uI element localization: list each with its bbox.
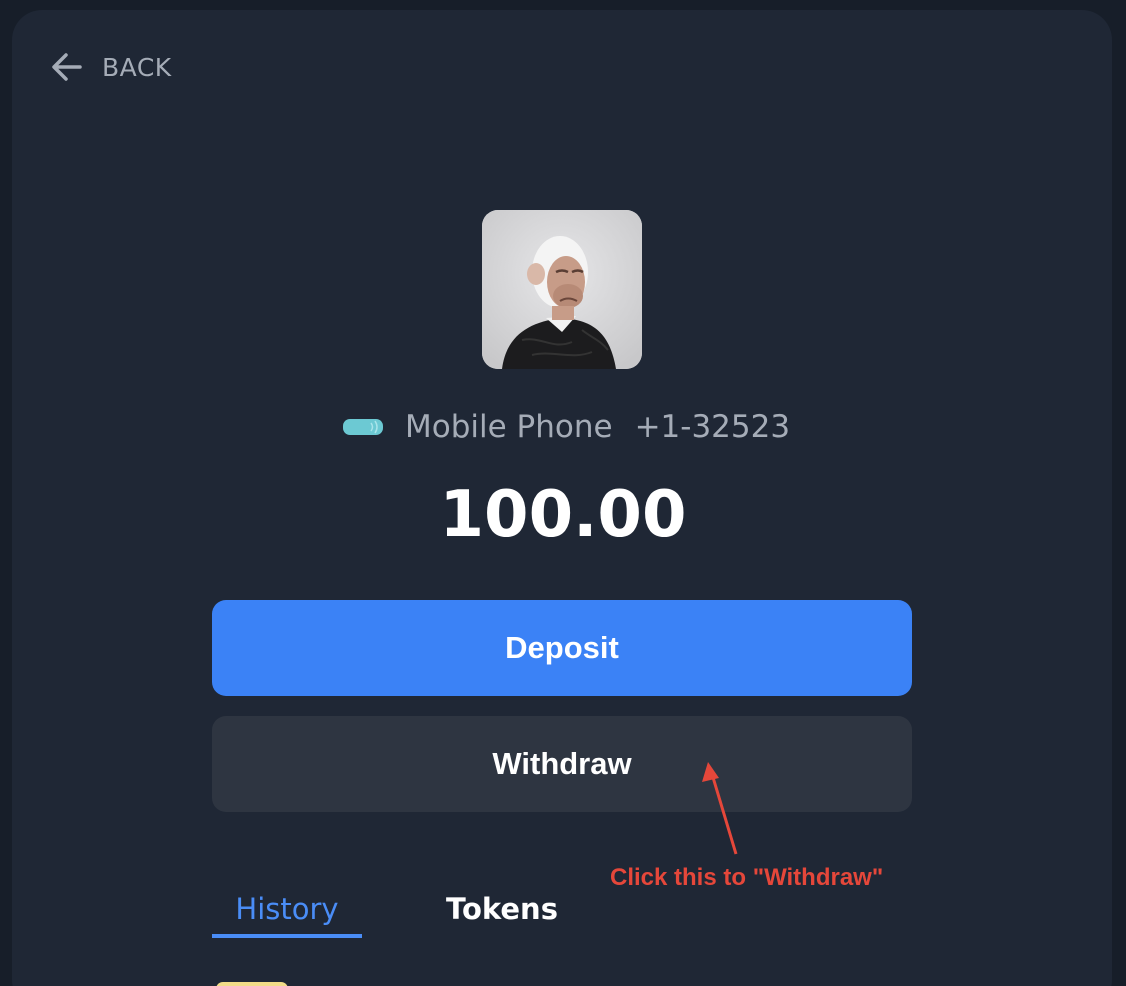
tab-tokens[interactable]: Tokens [442, 888, 562, 938]
history-item-badge [216, 982, 288, 986]
back-label: BACK [102, 52, 172, 82]
phone-number: +1-32523 [634, 409, 791, 445]
annotation-text: Click this to "Withdraw" [610, 864, 884, 891]
back-button[interactable]: BACK [50, 50, 172, 84]
mobile-phone-icon [343, 419, 383, 435]
withdraw-button[interactable]: Withdraw [212, 716, 912, 812]
payment-method-label: Mobile Phone [405, 409, 613, 445]
avatar [482, 210, 642, 369]
balance-amount: 100.00 [439, 478, 687, 552]
payment-method-row: Mobile Phone +1-32523 [343, 406, 790, 448]
deposit-button[interactable]: Deposit [212, 600, 912, 696]
tab-history[interactable]: History [212, 888, 362, 938]
arrow-left-icon [52, 53, 82, 81]
tab-bar: History Tokens [212, 888, 562, 938]
annotation-arrow-icon [702, 762, 738, 855]
